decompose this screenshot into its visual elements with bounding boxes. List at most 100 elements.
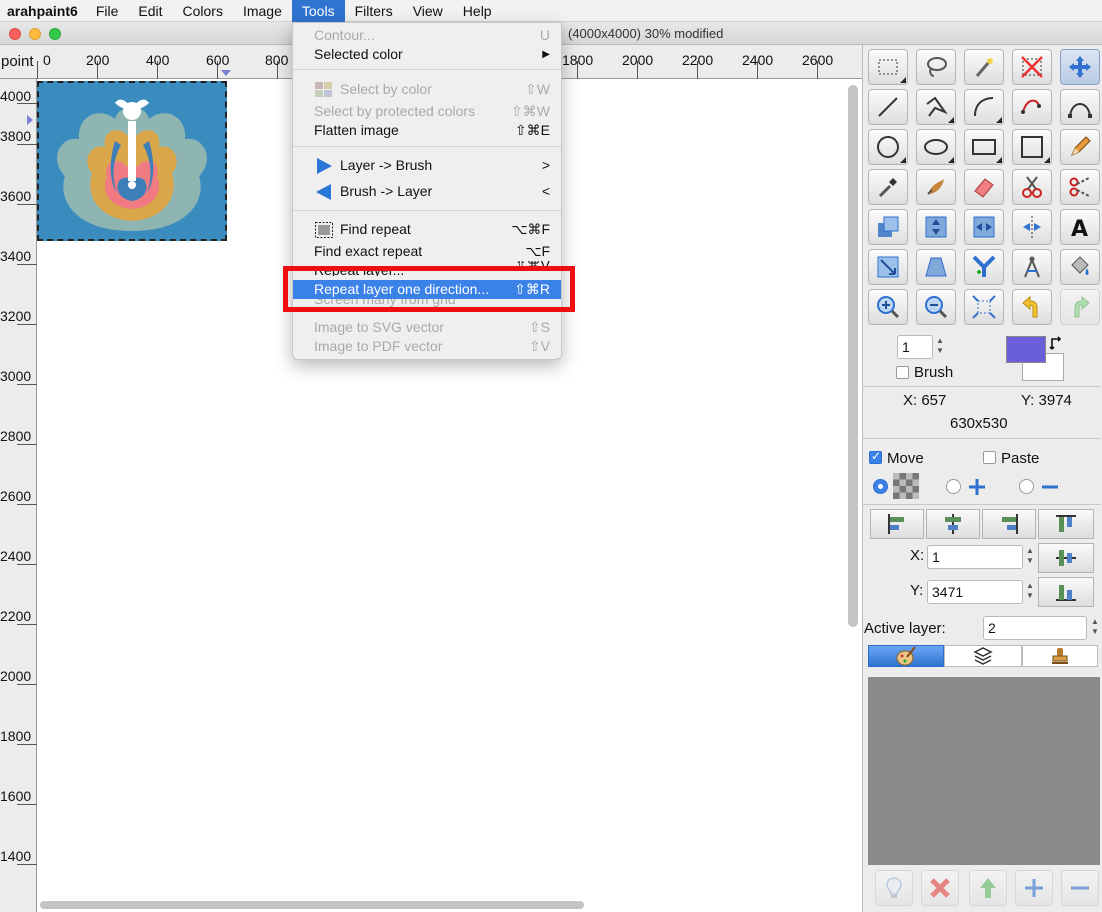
align-top-button[interactable] bbox=[1038, 509, 1094, 539]
position-y-stepper[interactable]: ▲ ▼ bbox=[1025, 581, 1035, 603]
position-x-stepper[interactable]: ▲ ▼ bbox=[1025, 546, 1035, 568]
layer-visibility-button[interactable] bbox=[875, 870, 913, 906]
menu-item-selected-color[interactable]: Selected color ▶ bbox=[293, 45, 561, 64]
layers-list[interactable] bbox=[868, 677, 1100, 865]
menu-colors[interactable]: Colors bbox=[173, 0, 233, 22]
paste-checkbox[interactable] bbox=[983, 451, 996, 464]
menu-item-brush-to-layer[interactable]: Brush -> Layer < bbox=[293, 182, 561, 201]
undo-tool[interactable] bbox=[1012, 289, 1052, 325]
deselect-tool[interactable] bbox=[1012, 49, 1052, 85]
zoom-in-tool[interactable] bbox=[868, 289, 908, 325]
fit-to-window-tool[interactable] bbox=[964, 289, 1004, 325]
magic-wand-tool[interactable] bbox=[964, 49, 1004, 85]
menu-app-name[interactable]: arahpaint6 bbox=[0, 0, 86, 22]
ruler-label: 3800 bbox=[0, 128, 32, 144]
tab-layer-paint[interactable] bbox=[868, 645, 944, 667]
resize-tool[interactable] bbox=[868, 249, 908, 285]
delete-layer-button[interactable] bbox=[921, 870, 959, 906]
swap-colors-icon[interactable] bbox=[1049, 335, 1065, 351]
menu-item-image-to-pdf[interactable]: Image to PDF vector ⇧V bbox=[293, 337, 561, 356]
perspective-tool[interactable] bbox=[916, 249, 956, 285]
menu-item-find-exact-repeat[interactable]: Find exact repeat ⌥F bbox=[293, 242, 561, 261]
menu-file[interactable]: File bbox=[86, 0, 129, 22]
rectangle-tool[interactable] bbox=[964, 129, 1004, 165]
menu-image[interactable]: Image bbox=[233, 0, 292, 22]
smudge-tool[interactable] bbox=[916, 169, 956, 205]
zoom-window-button[interactable] bbox=[49, 28, 61, 40]
tab-stamp[interactable] bbox=[1022, 645, 1098, 667]
menu-tools[interactable]: Tools bbox=[291, 0, 345, 22]
submenu-corner-icon bbox=[996, 117, 1002, 123]
brush-size-input[interactable]: 1 bbox=[897, 335, 933, 359]
paste-mode-transparent-radio[interactable] bbox=[873, 479, 888, 494]
fill-bucket-tool[interactable] bbox=[1060, 249, 1100, 285]
menu-edit[interactable]: Edit bbox=[128, 0, 172, 22]
symmetry-tool[interactable] bbox=[1012, 209, 1052, 245]
add-layer-button[interactable] bbox=[1015, 870, 1053, 906]
merge-layers-tool[interactable] bbox=[964, 249, 1004, 285]
align-middle-button[interactable] bbox=[1038, 543, 1094, 573]
polyline-tool[interactable] bbox=[916, 89, 956, 125]
menu-item-select-by-color[interactable]: Select by color ⇧W bbox=[293, 80, 561, 99]
flip-horizontal-tool[interactable] bbox=[964, 209, 1004, 245]
line-tool[interactable] bbox=[868, 89, 908, 125]
remove-layer-button[interactable] bbox=[1061, 870, 1099, 906]
compass-tool[interactable] bbox=[1012, 249, 1052, 285]
align-right-button[interactable] bbox=[982, 509, 1036, 539]
paste-mode-subtract-radio[interactable] bbox=[1019, 479, 1034, 494]
zoom-out-tool[interactable] bbox=[916, 289, 956, 325]
brush-size-stepper[interactable]: ▲ ▼ bbox=[935, 336, 945, 358]
square-tool[interactable] bbox=[1012, 129, 1052, 165]
menu-item-flatten-image[interactable]: Flatten image ⇧⌘E bbox=[293, 121, 561, 140]
menu-item-layer-to-brush[interactable]: Layer -> Brush > bbox=[293, 156, 561, 175]
flip-vertical-tool[interactable] bbox=[916, 209, 956, 245]
ellipse-tool[interactable] bbox=[916, 129, 956, 165]
ruler-tick bbox=[17, 144, 37, 145]
align-center-horizontal-button[interactable] bbox=[926, 509, 980, 539]
lasso-tool[interactable] bbox=[916, 49, 956, 85]
circle-tool[interactable] bbox=[868, 129, 908, 165]
transform-tool[interactable] bbox=[868, 209, 908, 245]
move-tool[interactable] bbox=[1060, 49, 1100, 85]
align-left-button[interactable] bbox=[870, 509, 924, 539]
curve-tool[interactable] bbox=[964, 89, 1004, 125]
active-layer-stepper[interactable]: ▲ ▼ bbox=[1090, 617, 1100, 639]
menu-filters[interactable]: Filters bbox=[345, 0, 403, 22]
horizontal-scrollbar[interactable] bbox=[40, 901, 584, 909]
align-bottom-button[interactable] bbox=[1038, 577, 1094, 607]
eyedropper-tool[interactable] bbox=[868, 169, 908, 205]
tab-layers[interactable] bbox=[944, 645, 1022, 667]
paste-mode-add-radio[interactable] bbox=[946, 479, 961, 494]
merge-layer-down-button[interactable] bbox=[969, 870, 1007, 906]
ruler-tick bbox=[17, 744, 37, 745]
move-checkbox[interactable] bbox=[869, 449, 882, 464]
cut-tool[interactable] bbox=[1012, 169, 1052, 205]
vertical-scrollbar[interactable] bbox=[848, 85, 858, 627]
rect-select-tool[interactable] bbox=[868, 49, 908, 85]
menu-help[interactable]: Help bbox=[453, 0, 502, 22]
ruler-vertical[interactable]: 4000 3800 3600 3400 3200 3000 2800 2600 … bbox=[0, 79, 37, 912]
minimize-window-button[interactable] bbox=[29, 28, 41, 40]
position-x-input[interactable]: 1 bbox=[927, 545, 1023, 569]
bezier-edit-tool[interactable] bbox=[1012, 89, 1052, 125]
cut-paste-tool[interactable] bbox=[1060, 169, 1100, 205]
menu-item-image-to-svg[interactable]: Image to SVG vector ⇧S bbox=[293, 318, 561, 337]
menu-item-contour[interactable]: Contour... U bbox=[293, 26, 561, 45]
close-window-button[interactable] bbox=[9, 28, 21, 40]
pencil-tool[interactable] bbox=[1060, 129, 1100, 165]
active-layer-input[interactable]: 2 bbox=[983, 616, 1087, 640]
menu-item-select-by-protected-colors[interactable]: Select by protected colors ⇧⌘W bbox=[293, 102, 561, 121]
redo-tool[interactable] bbox=[1060, 289, 1100, 325]
foreground-color-swatch[interactable] bbox=[1006, 336, 1046, 363]
align-right-icon bbox=[1002, 514, 1018, 534]
position-y-input[interactable]: 3471 bbox=[927, 580, 1023, 604]
ruler-label: 4000 bbox=[0, 88, 32, 104]
bezier-tool[interactable] bbox=[1060, 89, 1100, 125]
menu-item-find-repeat[interactable]: Find repeat ⌥⌘F bbox=[293, 220, 561, 239]
align-center-icon bbox=[945, 514, 961, 534]
text-tool[interactable]: A bbox=[1060, 209, 1100, 245]
menu-view[interactable]: View bbox=[403, 0, 453, 22]
plus-icon bbox=[969, 479, 985, 495]
brush-checkbox[interactable] bbox=[896, 366, 909, 379]
eraser-tool[interactable] bbox=[964, 169, 1004, 205]
